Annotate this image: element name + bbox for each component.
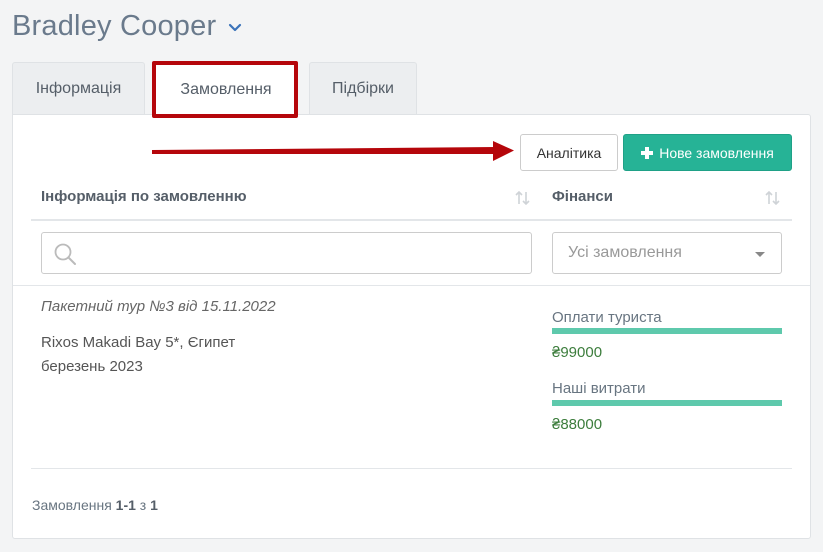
sort-icon[interactable] (765, 190, 781, 211)
our-costs-progress-fill (552, 400, 782, 406)
order-title[interactable]: Пакетний тур №3 від 15.11.2022 (41, 298, 276, 315)
our-costs-value: ₴88000 (552, 416, 603, 433)
new-order-button[interactable]: Нове замовлення (623, 134, 792, 171)
pagination-prefix: Замовлення (32, 497, 112, 513)
pagination-range: 1-1 (115, 497, 136, 513)
tourist-payments-value: ₴99000 (552, 344, 603, 361)
tab-selections[interactable]: Підбірки (309, 62, 417, 115)
order-date: березень 2023 (41, 358, 143, 375)
order-search-input[interactable] (41, 232, 532, 274)
order-filter-select[interactable]: Усі замовлення (552, 232, 782, 274)
chevron-down-icon[interactable] (228, 20, 242, 38)
page-header: Bradley Cooper (12, 10, 242, 43)
orders-panel (12, 114, 811, 539)
new-order-button-label: Нове замовлення (659, 144, 774, 161)
finance-column-header: Фінанси (552, 188, 613, 205)
our-costs-label: Наші витрати (552, 380, 646, 397)
tourist-payments-label: Оплати туриста (552, 309, 662, 326)
order-filter-select-value: Усі замовлення (568, 244, 682, 261)
tab-information[interactable]: Інформація (12, 62, 145, 115)
tab-orders-label: Замовлення (180, 80, 272, 98)
tab-information-label: Інформація (35, 80, 122, 97)
order-hotel: Rixos Makadi Bay 5*, Єгипет (41, 334, 236, 351)
tab-selections-label: Підбірки (332, 80, 394, 97)
tourist-payments-progress-fill (552, 328, 782, 334)
tourist-payments-progress (552, 328, 782, 334)
order-info-column-header: Інформація по замовленню (41, 188, 247, 205)
pagination-summary: Замовлення 1-1 з 1 (32, 497, 158, 513)
pagination-total: 1 (150, 497, 158, 513)
row-divider (13, 285, 810, 286)
annotation-arrow-icon (152, 141, 514, 161)
sort-icon[interactable] (515, 190, 531, 211)
search-icon (53, 242, 77, 271)
list-bottom-divider (31, 468, 792, 469)
header-divider (31, 219, 792, 221)
analytics-button[interactable]: Аналітика (520, 134, 618, 171)
tab-orders[interactable]: Замовлення (154, 62, 298, 116)
plus-icon (641, 146, 654, 159)
pagination-of: з (139, 497, 147, 513)
caret-down-icon (755, 252, 765, 257)
analytics-button-label: Аналітика (536, 144, 602, 161)
user-name-title: Bradley Cooper (12, 10, 217, 42)
our-costs-progress (552, 400, 782, 406)
